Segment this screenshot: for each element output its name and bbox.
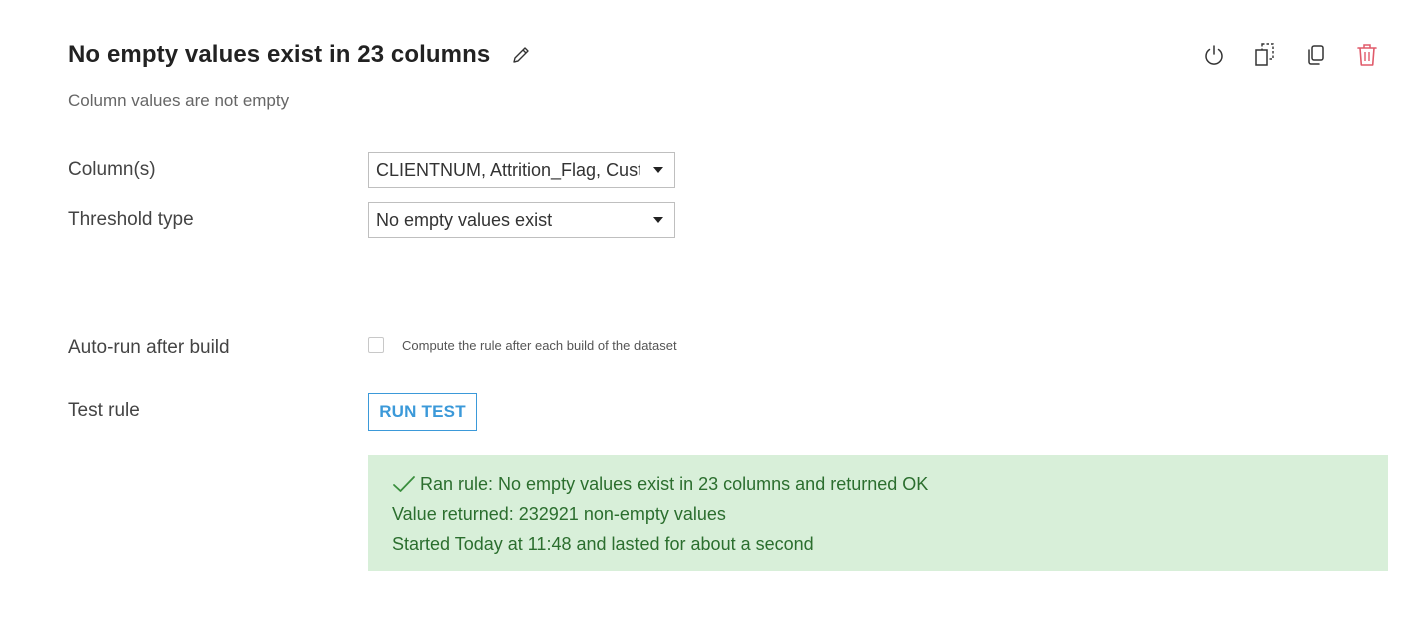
checkmark-icon <box>392 474 416 494</box>
header-actions <box>1200 42 1381 68</box>
rule-panel: No empty values exist in 23 columns Colu… <box>0 0 1411 621</box>
result-message: Ran rule: No empty values exist in 23 co… <box>420 474 929 494</box>
auto-run-label: Auto-run after build <box>68 337 230 358</box>
power-icon[interactable] <box>1200 42 1228 68</box>
pencil-icon[interactable] <box>510 44 532 66</box>
duplicate-dashed-icon[interactable] <box>1251 42 1279 68</box>
run-test-button[interactable]: RUN TEST <box>368 393 477 431</box>
result-value: Value returned: 232921 non-empty values <box>392 504 726 524</box>
title-row: No empty values exist in 23 columns <box>68 38 532 72</box>
auto-run-checkbox[interactable] <box>368 337 384 353</box>
caret-down-icon <box>653 167 663 173</box>
copy-icon[interactable] <box>1302 42 1330 68</box>
threshold-type-label: Threshold type <box>68 209 194 230</box>
columns-label: Column(s) <box>68 159 156 180</box>
threshold-type-select[interactable]: No empty values exist <box>368 202 675 238</box>
result-timing: Started Today at 11:48 and lasted for ab… <box>392 534 814 554</box>
test-rule-label: Test rule <box>68 400 140 421</box>
auto-run-checkbox-label[interactable]: Compute the rule after each build of the… <box>402 338 677 354</box>
result-status-line: Ran rule: No empty values exist in 23 co… <box>392 469 1364 499</box>
caret-down-icon <box>653 217 663 223</box>
columns-select[interactable]: CLIENTNUM, Attrition_Flag, Cust <box>368 152 675 188</box>
rule-subtitle: Column values are not empty <box>68 91 290 110</box>
rule-title: No empty values exist in 23 columns <box>68 41 491 68</box>
trash-icon[interactable] <box>1353 42 1381 68</box>
threshold-type-select-value: No empty values exist <box>376 210 553 230</box>
test-result-panel: Ran rule: No empty values exist in 23 co… <box>368 455 1388 571</box>
columns-select-value: CLIENTNUM, Attrition_Flag, Cust <box>376 160 640 180</box>
